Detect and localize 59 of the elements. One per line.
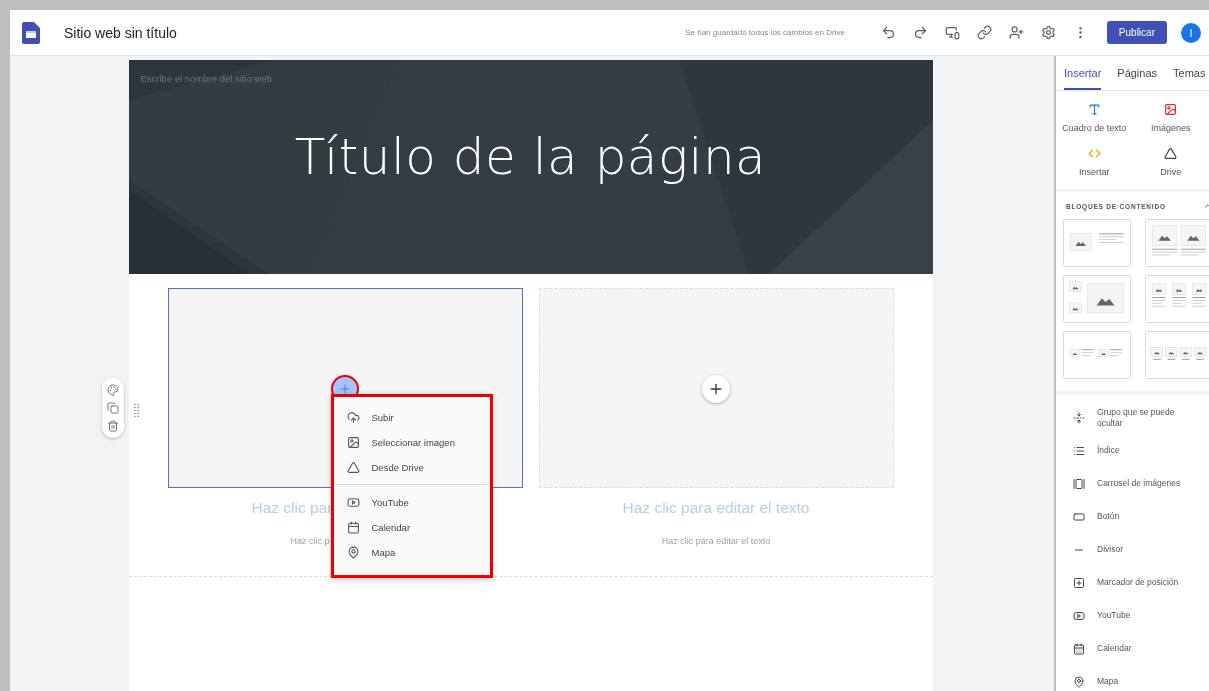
- image-icon: [346, 436, 360, 449]
- menu-item[interactable]: Seleccionar imagen: [333, 430, 490, 455]
- copy-icon[interactable]: [106, 402, 119, 414]
- triangle-icon: [1164, 147, 1178, 160]
- menu-item[interactable]: Desde Drive: [333, 455, 490, 480]
- menu-item[interactable]: Mapa: [333, 540, 490, 565]
- component-item[interactable]: Índice: [1056, 434, 1209, 467]
- list-icon: [1073, 444, 1085, 457]
- component-item[interactable]: Divisor: [1056, 533, 1209, 566]
- content-block-thumbnail[interactable]: [1063, 331, 1131, 379]
- sidebar-tab[interactable]: Páginas: [1117, 56, 1158, 90]
- insert-tool[interactable]: Cuadro de texto: [1056, 103, 1133, 133]
- insert-tool[interactable]: Drive: [1132, 147, 1209, 177]
- component-item[interactable]: Grupo que se puede ocultar: [1056, 401, 1209, 434]
- palette-icon[interactable]: [106, 384, 119, 396]
- play-icon: [1073, 609, 1085, 622]
- document-title[interactable]: Sitio web sin título: [64, 24, 177, 41]
- menu-item[interactable]: Calendar: [333, 515, 490, 540]
- component-item[interactable]: Mapa: [1056, 665, 1209, 691]
- carousel-icon: [1073, 477, 1085, 490]
- account-avatar[interactable]: I: [1181, 22, 1201, 43]
- drag-handle-icon[interactable]: [133, 404, 139, 417]
- plus-icon: [338, 382, 352, 396]
- content-block-thumbnail[interactable]: [1145, 275, 1209, 323]
- code-icon: [1087, 147, 1101, 160]
- publish-button[interactable]: Publicar: [1106, 21, 1167, 44]
- add-button[interactable]: [702, 375, 730, 403]
- content-block-thumbnail[interactable]: [1145, 331, 1209, 379]
- component-item[interactable]: Carrusel de imágenes: [1056, 467, 1209, 500]
- sidebar-tab[interactable]: Temas: [1173, 56, 1206, 90]
- component-item[interactable]: Marcador de posición: [1056, 566, 1209, 599]
- play-icon: [346, 496, 360, 509]
- plus-box-icon: [1073, 576, 1085, 589]
- plus-icon: [708, 381, 724, 397]
- component-item[interactable]: Calendar: [1056, 632, 1209, 665]
- text-icon: [1087, 103, 1101, 116]
- content-block-thumbnail[interactable]: [1145, 219, 1209, 267]
- collapse-icon: [1073, 411, 1085, 424]
- cloud-upload-icon: [346, 411, 360, 424]
- component-item[interactable]: YouTube: [1056, 599, 1209, 632]
- component-item[interactable]: Botón: [1056, 500, 1209, 533]
- rectangle-icon: [1073, 510, 1085, 523]
- insert-tool[interactable]: Insertar: [1056, 147, 1133, 177]
- sidebar-tab[interactable]: Insertar: [1064, 56, 1102, 90]
- map-pin-icon: [1073, 675, 1085, 688]
- triangle-icon: [346, 461, 360, 474]
- calendar-icon: [1073, 642, 1085, 655]
- save-status: Se han guardado todos los cambios en Drive: [685, 28, 845, 37]
- trash-icon[interactable]: [106, 420, 119, 432]
- sites-logo-icon: [22, 21, 40, 44]
- menu-item[interactable]: YouTube: [333, 490, 490, 515]
- insert-tool[interactable]: Imágenes: [1132, 103, 1209, 133]
- image-icon: [1164, 103, 1178, 116]
- calendar-icon: [346, 521, 360, 534]
- map-pin-icon: [346, 546, 360, 559]
- content-block-thumbnail[interactable]: [1063, 219, 1131, 267]
- content-block-thumbnail[interactable]: [1063, 275, 1131, 323]
- page-title[interactable]: Título de la página: [128, 128, 933, 186]
- menu-item[interactable]: Subir: [333, 405, 490, 430]
